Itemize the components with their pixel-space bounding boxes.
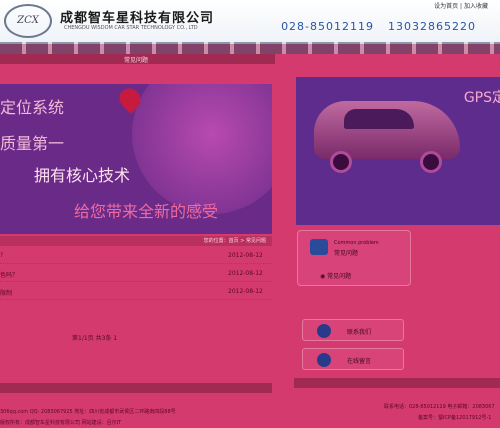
banner-line-quality: 质量第一 — [0, 134, 65, 153]
online-message-label: 在线留言 — [347, 358, 372, 365]
list-item-date: 2012-08-12 — [228, 252, 263, 259]
promo-banner-right: GPS定 — [296, 77, 500, 225]
company-name: 成都智车星科技有限公司 — [60, 11, 215, 26]
online-message-button[interactable]: 在线留言 — [302, 348, 404, 370]
list-item[interactable]: 色吗？ 2012-08-12 — [0, 264, 272, 282]
footer-icp[interactable]: 备案号：蜀ICP备12017912号-1 — [418, 414, 491, 421]
list-item-date: 2012-08-12 — [228, 270, 263, 277]
list-item-title[interactable]: ? — [0, 252, 3, 259]
footer-band-left — [0, 383, 272, 393]
banner-glow — [132, 84, 272, 214]
banner-line-experience: 给您带来全新的感受 — [74, 202, 219, 221]
contact-phones: 028-85012119 13032865220 — [281, 20, 476, 33]
faq-panel: Common problem 常见问题 常见问题 — [297, 230, 411, 286]
site-header: ZCX 成都智车星科技有限公司 CHENGDU WISDOM CAR STAR … — [0, 0, 500, 44]
footer-copyright: 版权所有：成都智车星科技有限公司 网站建设：且尔IT — [0, 420, 122, 426]
footer-contact: 联系电话：028-85012119 电子邮箱：2083067 — [384, 404, 495, 410]
footer-address: 306qq.com QQ: 2083067925 地址：四川省成都市武侯区二环路… — [0, 409, 176, 415]
faq-title-en: Common problem — [334, 240, 379, 246]
phone-icon — [317, 324, 331, 338]
company-logo[interactable]: ZCX — [4, 4, 52, 38]
top-links: 设为首页 | 加入收藏 — [434, 1, 488, 10]
faq-list: 您的位置：首页 > 常见问题 ? 2012-08-12 色吗？ 2012-08-… — [0, 236, 272, 300]
list-item-title[interactable]: 色吗？ — [0, 270, 18, 279]
faq-icon — [310, 239, 328, 255]
message-icon — [317, 353, 331, 367]
list-item[interactable]: ? 2012-08-12 — [0, 246, 272, 264]
breadcrumb: 您的位置：首页 > 常见问题 — [0, 236, 272, 246]
banner-line-system: 定位系统 — [0, 98, 65, 117]
banner-gps-title: GPS定 — [463, 90, 500, 106]
contact-us-button[interactable]: 联系我们 — [302, 319, 404, 341]
set-home-link[interactable]: 设为首页 — [434, 3, 458, 10]
car-wheel-icon — [330, 151, 352, 173]
car-wheel-icon — [420, 151, 442, 173]
nav-item-faq[interactable]: 常见问题 — [124, 55, 148, 64]
phone-number: 028-85012119 — [281, 20, 375, 33]
footer-band-right — [294, 378, 500, 388]
list-item[interactable]: 限制 2012-08-12 — [0, 282, 272, 300]
banner-line-core-tech: 拥有核心技术 — [34, 166, 131, 185]
contact-us-label: 联系我们 — [347, 329, 372, 336]
faq-title-cn: 常见问题 — [334, 250, 359, 257]
add-favorite-link[interactable]: 加入收藏 — [464, 3, 488, 10]
car-image — [314, 101, 460, 159]
list-item-date: 2012-08-12 — [228, 288, 263, 295]
faq-link[interactable]: 常见问题 — [320, 271, 351, 280]
mobile-number: 13032865220 — [388, 20, 476, 33]
company-name-en: CHENGDU WISDOM CAR STAR TECHNOLOGY CO., … — [64, 25, 198, 31]
nav-decoration-band — [0, 42, 500, 54]
pagination[interactable]: 第1/1页 共3条 1 — [72, 333, 117, 342]
main-nav: 常见问题 — [0, 54, 275, 64]
list-item-title[interactable]: 限制 — [0, 288, 12, 297]
